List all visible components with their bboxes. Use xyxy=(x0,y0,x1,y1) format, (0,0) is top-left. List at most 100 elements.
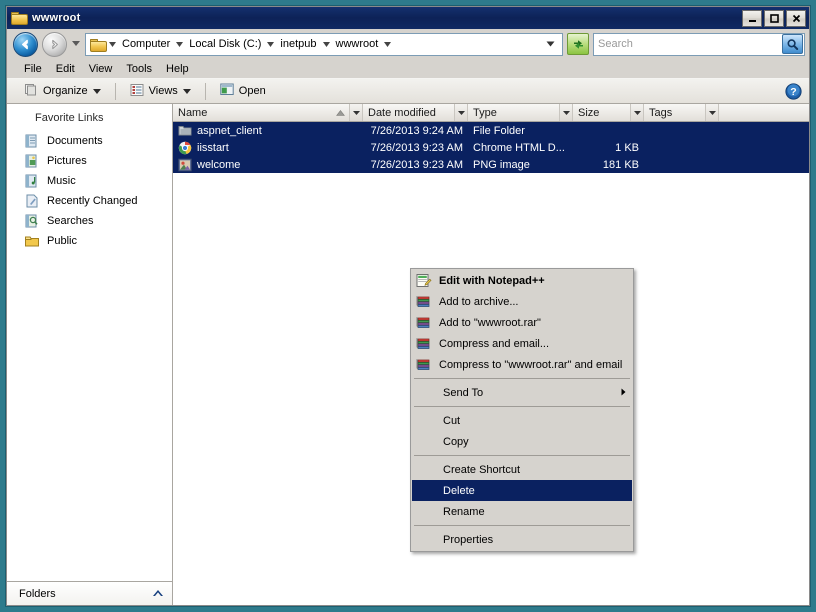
column-dropdown-icon[interactable] xyxy=(349,104,362,121)
window-folder-icon xyxy=(11,11,28,25)
winrar-icon xyxy=(416,336,433,352)
refresh-button[interactable] xyxy=(567,33,589,55)
sidebar-item-label: Music xyxy=(47,175,76,187)
breadcrumb-item-2[interactable]: inetpub xyxy=(276,36,320,52)
file-list-pane: Name Date modified Type Size Tags aspnet… xyxy=(173,104,809,605)
chevron-up-icon[interactable] xyxy=(152,588,164,600)
file-name: welcome xyxy=(197,158,241,171)
sidebar-item-label: Documents xyxy=(47,135,103,147)
window-controls xyxy=(742,9,806,27)
menu-help[interactable]: Help xyxy=(159,61,196,77)
favorite-links-section: Favorite Links Documents Pictures Music … xyxy=(7,104,172,581)
context-menu-separator xyxy=(414,525,630,526)
context-menu-item-create-shortcut[interactable]: Create Shortcut xyxy=(412,459,632,480)
maximize-button[interactable] xyxy=(764,9,784,27)
sidebar-item-searches[interactable]: Searches xyxy=(7,211,172,231)
column-label: Tags xyxy=(649,106,673,119)
sidebar-item-pictures[interactable]: Pictures xyxy=(7,151,172,171)
back-button[interactable] xyxy=(13,31,38,57)
column-dropdown-icon[interactable] xyxy=(454,104,467,121)
sidebar-item-music[interactable]: Music xyxy=(7,171,172,191)
folders-pane-toggle[interactable]: Folders xyxy=(7,581,172,605)
breadcrumb-separator-icon[interactable] xyxy=(265,41,276,48)
chevron-down-icon xyxy=(182,85,191,97)
context-menu-item-cut[interactable]: Cut xyxy=(412,410,632,431)
chrome-file-icon xyxy=(178,141,192,155)
context-menu-item-compress-to-rar-and-email[interactable]: Compress to "wwwroot.rar" and email xyxy=(412,354,632,375)
table-row[interactable]: iisstart 7/26/2013 9:23 AM Chrome HTML D… xyxy=(173,139,809,156)
address-dropdown-icon[interactable] xyxy=(541,41,560,47)
column-header-date-modified[interactable]: Date modified xyxy=(363,104,468,121)
context-menu-item-add-to-rar[interactable]: Add to "wwwroot.rar" xyxy=(412,312,632,333)
breadcrumb-separator-icon[interactable] xyxy=(321,41,332,48)
column-dropdown-icon[interactable] xyxy=(705,104,718,121)
context-menu-item-compress-and-email[interactable]: Compress and email... xyxy=(412,333,632,354)
context-menu-separator xyxy=(414,378,630,379)
sidebar-item-public[interactable]: Public xyxy=(7,231,172,251)
file-name-cell: iisstart xyxy=(173,141,363,155)
context-menu-label: Properties xyxy=(443,533,494,546)
menu-tools[interactable]: Tools xyxy=(119,61,159,77)
context-menu-label: Compress to "wwwroot.rar" and email xyxy=(439,358,623,371)
context-menu-item-add-to-archive[interactable]: Add to archive... xyxy=(412,291,632,312)
search-box[interactable] xyxy=(593,32,805,56)
sidebar-item-recently-changed[interactable]: Recently Changed xyxy=(7,191,172,211)
organize-icon xyxy=(24,83,38,100)
breadcrumb-item-3[interactable]: wwwroot xyxy=(332,36,383,52)
file-size: 1 KB xyxy=(615,141,639,154)
breadcrumb: Computer Local Disk (C:) inetpub wwwroot xyxy=(89,36,541,52)
menu-view[interactable]: View xyxy=(82,61,120,77)
context-menu-item-send-to[interactable]: Send To xyxy=(412,382,632,403)
views-icon xyxy=(130,83,144,100)
column-dropdown-icon[interactable] xyxy=(559,104,572,121)
window-titlebar[interactable]: wwwroot xyxy=(7,7,809,29)
help-button[interactable]: ? xyxy=(784,82,803,101)
address-bar-row: Computer Local Disk (C:) inetpub wwwroot xyxy=(7,29,809,59)
breadcrumb-separator-icon[interactable] xyxy=(382,41,393,48)
toolbar-separator xyxy=(114,82,116,100)
minimize-button[interactable] xyxy=(742,9,762,27)
desktop-background: wwwroot Computer Local Disk (C:) inetpub… xyxy=(0,0,816,612)
history-dropdown-icon[interactable] xyxy=(71,41,81,47)
breadcrumb-separator-icon[interactable] xyxy=(107,41,118,48)
context-menu-item-delete[interactable]: Delete xyxy=(412,480,632,501)
winrar-icon xyxy=(416,315,433,331)
sidebar-item-label: Pictures xyxy=(47,155,87,167)
column-header-filler xyxy=(719,104,809,121)
search-input[interactable] xyxy=(598,38,782,50)
column-dropdown-icon[interactable] xyxy=(630,104,643,121)
menu-edit[interactable]: Edit xyxy=(49,61,82,77)
breadcrumb-separator-icon[interactable] xyxy=(174,41,185,48)
table-row[interactable]: aspnet_client 7/26/2013 9:24 AM File Fol… xyxy=(173,122,809,139)
sidebar-item-documents[interactable]: Documents xyxy=(7,131,172,151)
context-menu-label: Delete xyxy=(443,484,475,497)
column-label: Date modified xyxy=(368,106,436,119)
views-button[interactable]: Views xyxy=(123,80,198,103)
search-icon[interactable] xyxy=(782,34,803,54)
context-menu-label: Send To xyxy=(443,386,484,399)
file-type: File Folder xyxy=(473,124,525,137)
table-row[interactable]: welcome 7/26/2013 9:23 AM PNG image 181 … xyxy=(173,156,809,173)
context-menu-item-edit-with-notepadpp[interactable]: Edit with Notepad++ xyxy=(412,270,632,291)
organize-button[interactable]: Organize xyxy=(17,80,108,103)
close-button[interactable] xyxy=(786,9,806,27)
winrar-icon xyxy=(416,294,433,310)
forward-button[interactable] xyxy=(42,31,67,57)
column-label: Size xyxy=(578,106,600,119)
address-bar[interactable]: Computer Local Disk (C:) inetpub wwwroot xyxy=(85,32,563,56)
context-menu-item-copy[interactable]: Copy xyxy=(412,431,632,452)
menu-file[interactable]: File xyxy=(17,61,49,77)
context-menu-separator xyxy=(414,406,630,407)
breadcrumb-item-0[interactable]: Computer xyxy=(118,36,174,52)
breadcrumb-item-1[interactable]: Local Disk (C:) xyxy=(185,36,265,52)
column-header-type[interactable]: Type xyxy=(468,104,573,121)
column-header-size[interactable]: Size xyxy=(573,104,644,121)
image-file-icon xyxy=(178,158,192,172)
notepadpp-icon xyxy=(416,273,433,289)
context-menu-item-rename[interactable]: Rename xyxy=(412,501,632,522)
context-menu-separator xyxy=(414,455,630,456)
column-header-name[interactable]: Name xyxy=(173,104,363,121)
context-menu-item-properties[interactable]: Properties xyxy=(412,529,632,550)
open-button[interactable]: Open xyxy=(213,80,273,102)
column-header-tags[interactable]: Tags xyxy=(644,104,719,121)
